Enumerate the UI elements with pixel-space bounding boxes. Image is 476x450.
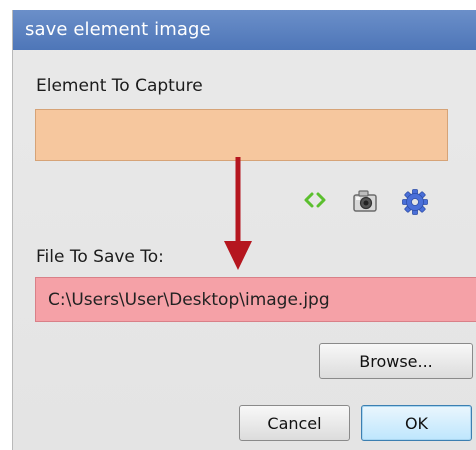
cancel-button[interactable]: Cancel [239,405,350,441]
window-title: save element image [25,19,211,40]
file-path-field[interactable]: C:\Users\User\Desktop\image.jpg [35,277,476,322]
camera-icon[interactable] [351,188,379,214]
code-brackets-icon[interactable] [303,190,327,210]
gear-icon[interactable] [401,188,429,216]
browse-button[interactable]: Browse... [319,343,473,379]
ok-button[interactable]: OK [361,405,472,441]
save-element-image-dialog: save element image Element To Capture Fi… [12,10,476,450]
title-bar: save element image [13,10,476,50]
element-to-capture-label: Element To Capture [36,76,203,96]
file-to-save-to-label: File To Save To: [36,247,164,267]
element-to-capture-field[interactable] [35,109,448,161]
